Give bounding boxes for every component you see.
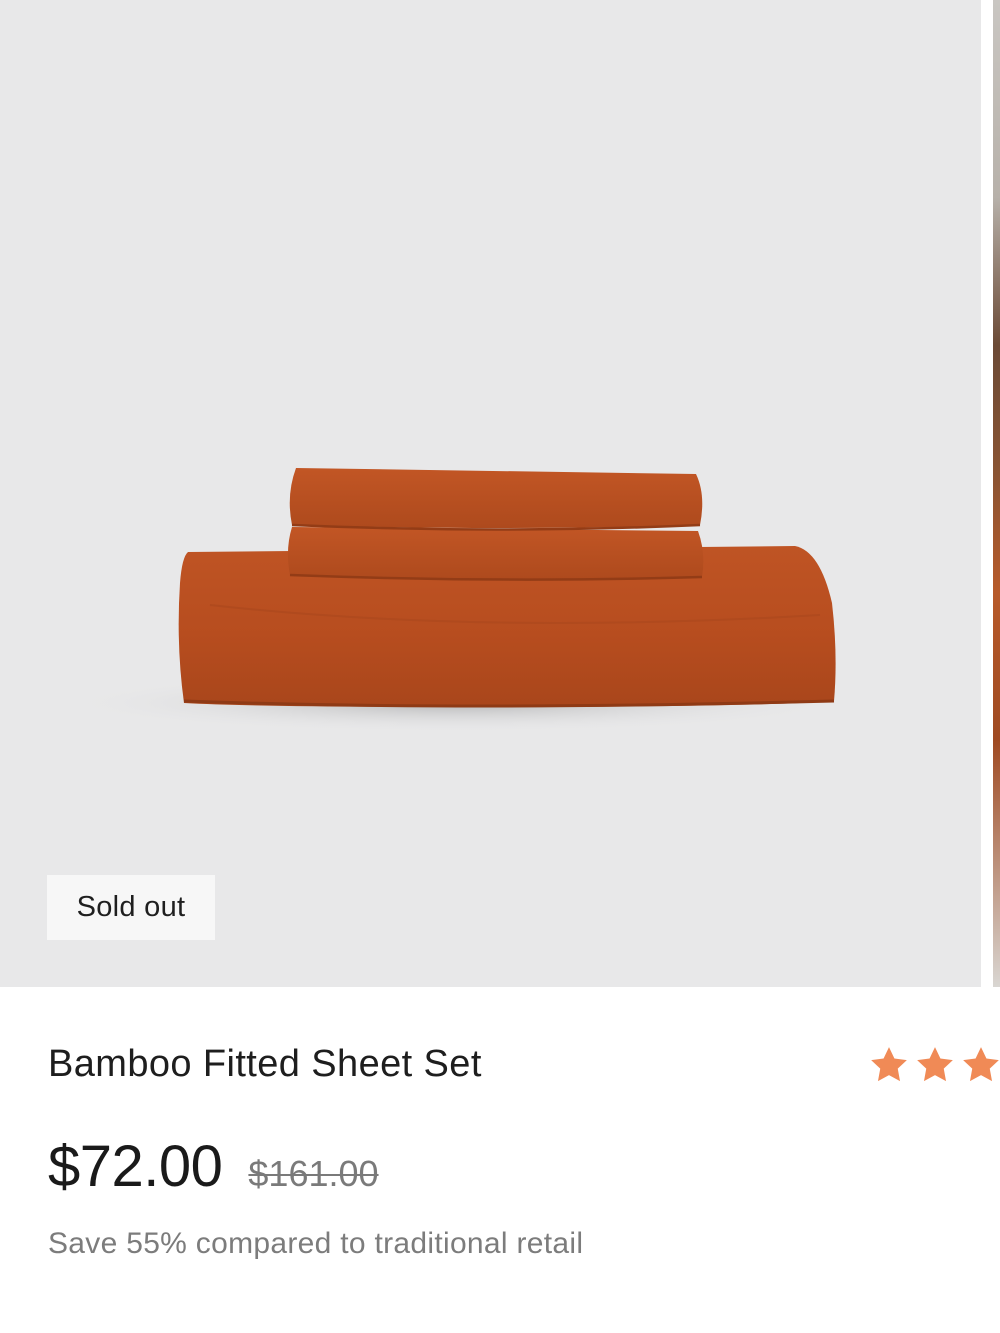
product-title[interactable]: Bamboo Fitted Sheet Set (48, 1043, 482, 1086)
star-icon (871, 1047, 907, 1082)
sale-price: $72.00 (48, 1134, 223, 1199)
next-product-image-peek[interactable] (993, 0, 1000, 987)
star-icon (963, 1047, 999, 1082)
product-image[interactable]: Sold out (0, 0, 981, 987)
folded-sheet-set-image (60, 468, 850, 730)
sold-out-badge: Sold out (47, 875, 215, 940)
carousel-gap (981, 0, 993, 987)
star-icon (917, 1047, 953, 1082)
savings-note: Save 55% compared to traditional retail (48, 1227, 584, 1260)
product-image-carousel[interactable]: Sold out (0, 0, 1000, 987)
price-row: $72.00 $161.00 (48, 1133, 379, 1200)
original-price: $161.00 (248, 1153, 379, 1194)
product-card[interactable]: Sold out Bamboo Fitted Sheet Set $72.00 … (0, 0, 1000, 1333)
star-rating[interactable] (868, 1044, 1000, 1088)
